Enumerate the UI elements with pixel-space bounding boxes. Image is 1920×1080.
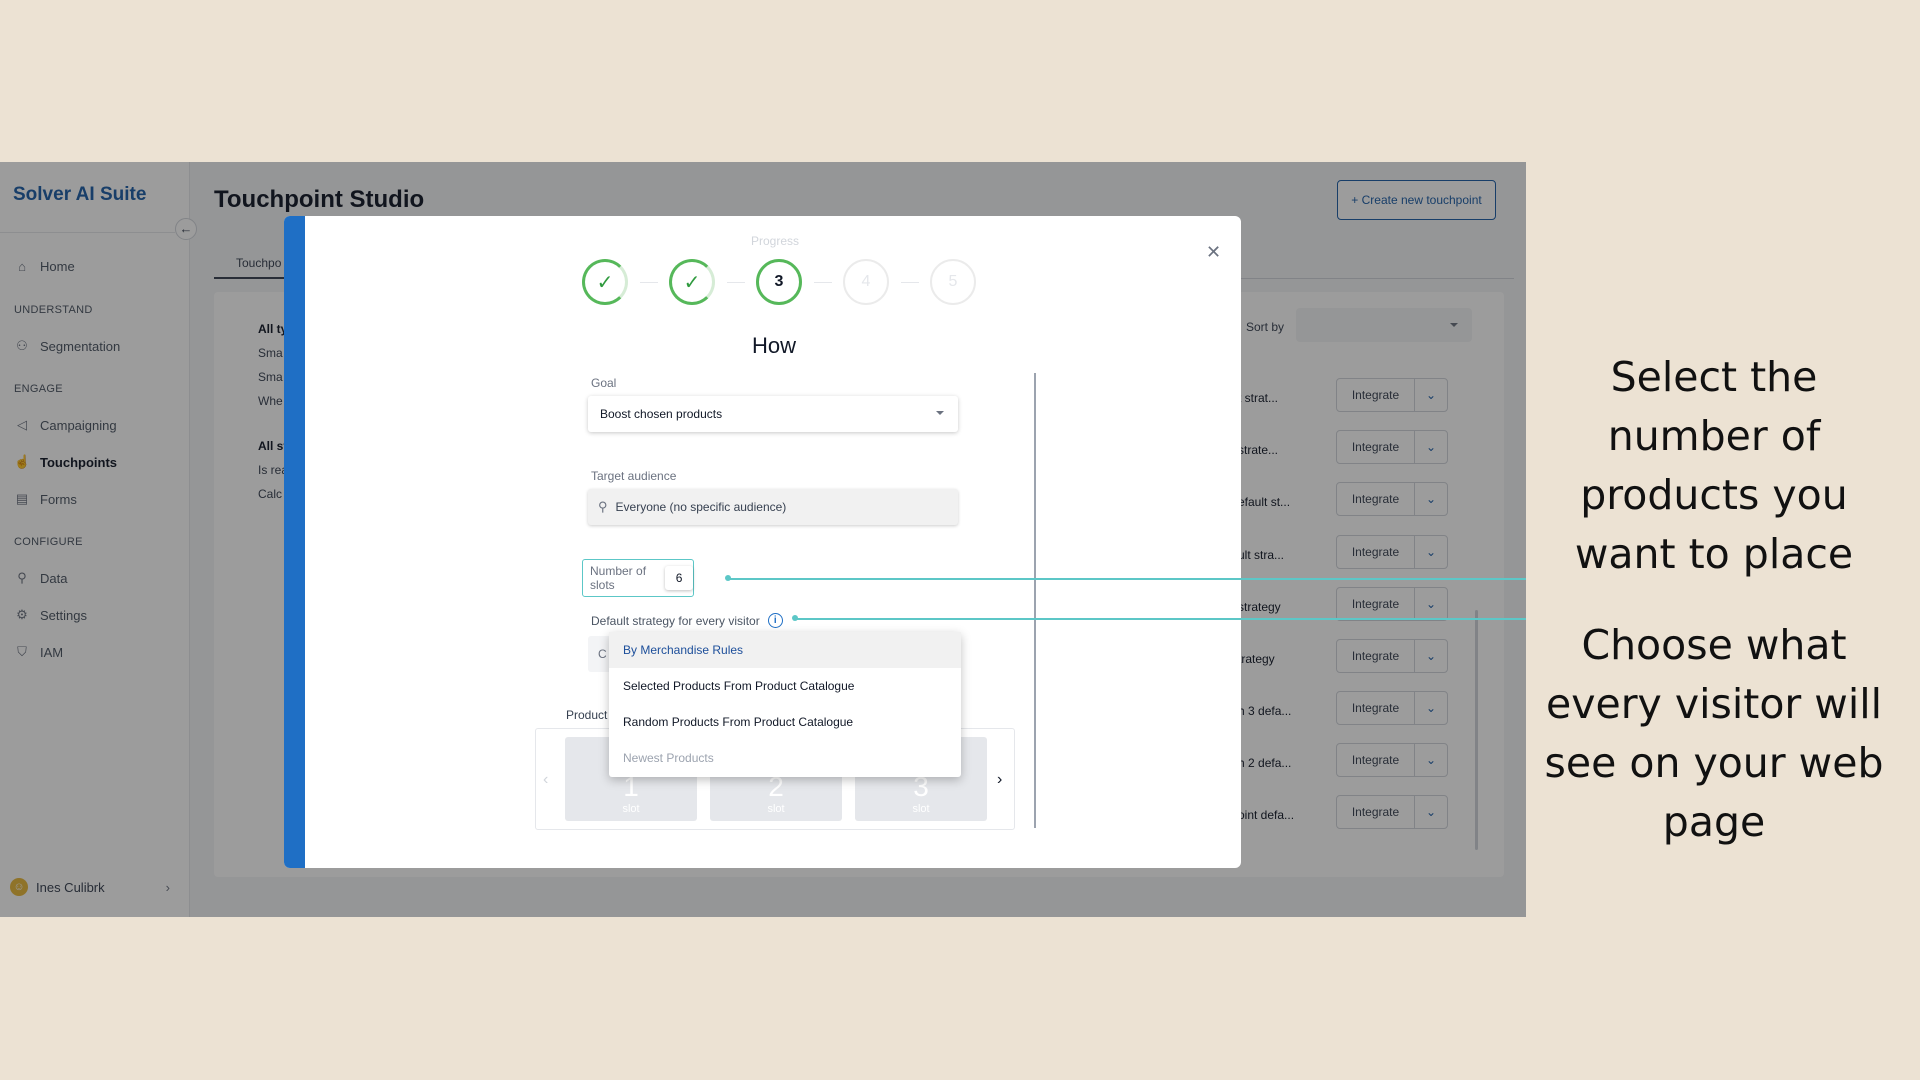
number-of-slots-field[interactable]: Number of slots 6 bbox=[582, 559, 694, 597]
step-4: 4 bbox=[843, 259, 889, 305]
strategy-option[interactable]: Newest Products bbox=[609, 740, 961, 776]
step-connector bbox=[814, 282, 832, 283]
chevron-left-icon[interactable]: ‹ bbox=[543, 771, 548, 789]
goal-select[interactable]: Boost chosen products bbox=[588, 396, 958, 432]
products-label: Product bbox=[566, 708, 608, 722]
chevron-right-icon[interactable]: › bbox=[997, 771, 1002, 789]
info-icon[interactable]: i bbox=[767, 613, 783, 628]
strategy-option[interactable]: By Merchandise Rules bbox=[609, 632, 961, 668]
modal-scrollbar[interactable] bbox=[1034, 373, 1036, 828]
goal-label: Goal bbox=[591, 376, 617, 390]
step-connector bbox=[727, 282, 745, 283]
check-icon: ✓ bbox=[596, 271, 614, 294]
strategy-label-row: Default strategy for every visitor i bbox=[591, 613, 783, 628]
close-icon[interactable]: ✕ bbox=[1206, 242, 1221, 263]
search-icon: ⚲ bbox=[598, 499, 608, 514]
slot-caption: slot bbox=[622, 803, 640, 815]
target-audience-input[interactable]: ⚲ Everyone (no specific audience) bbox=[588, 489, 958, 525]
step-1-complete: ✓ bbox=[582, 259, 628, 305]
step-2-complete: ✓ bbox=[669, 259, 715, 305]
slots-label: Number of slots bbox=[590, 564, 647, 592]
strategy-callout-line bbox=[795, 618, 1526, 620]
strategy-option[interactable]: Selected Products From Product Catalogue bbox=[609, 668, 961, 704]
slots-input[interactable]: 6 bbox=[665, 566, 693, 590]
slot-caption: slot bbox=[912, 803, 930, 815]
strategy-option[interactable]: Random Products From Product Catalogue bbox=[609, 704, 961, 740]
slots-callout-line bbox=[728, 578, 1526, 580]
target-audience-value: Everyone (no specific audience) bbox=[615, 500, 787, 514]
strategy-dropdown-menu: By Merchandise Rules Selected Products F… bbox=[609, 632, 961, 777]
modal-accent-band bbox=[284, 216, 305, 868]
strategy-label: Default strategy for every visitor bbox=[591, 613, 760, 628]
strategy-annotation: Choose what every visitor will see on yo… bbox=[1544, 621, 1884, 846]
modal-heading: How bbox=[752, 333, 797, 358]
app-screenshot: Solver AI Suite ← ⌂ Home UNDERSTAND ⚇ Se… bbox=[0, 162, 1526, 917]
step-3-current: 3 bbox=[756, 259, 802, 305]
target-audience-label: Target audience bbox=[591, 469, 677, 483]
slot-caption: slot bbox=[767, 803, 785, 815]
step-connector bbox=[640, 282, 658, 283]
create-touchpoint-modal: ✕ Progress ✓ ✓ 3 4 5 How Goal Boost chos… bbox=[284, 216, 1241, 868]
step-connector bbox=[901, 282, 919, 283]
check-icon: ✓ bbox=[683, 271, 701, 294]
slots-callout-dot bbox=[725, 575, 731, 581]
slots-annotation: Select the number of products you want t… bbox=[1574, 353, 1854, 578]
progress-label: Progress bbox=[751, 234, 800, 248]
strategy-callout-dot bbox=[792, 615, 798, 621]
step-5: 5 bbox=[930, 259, 976, 305]
